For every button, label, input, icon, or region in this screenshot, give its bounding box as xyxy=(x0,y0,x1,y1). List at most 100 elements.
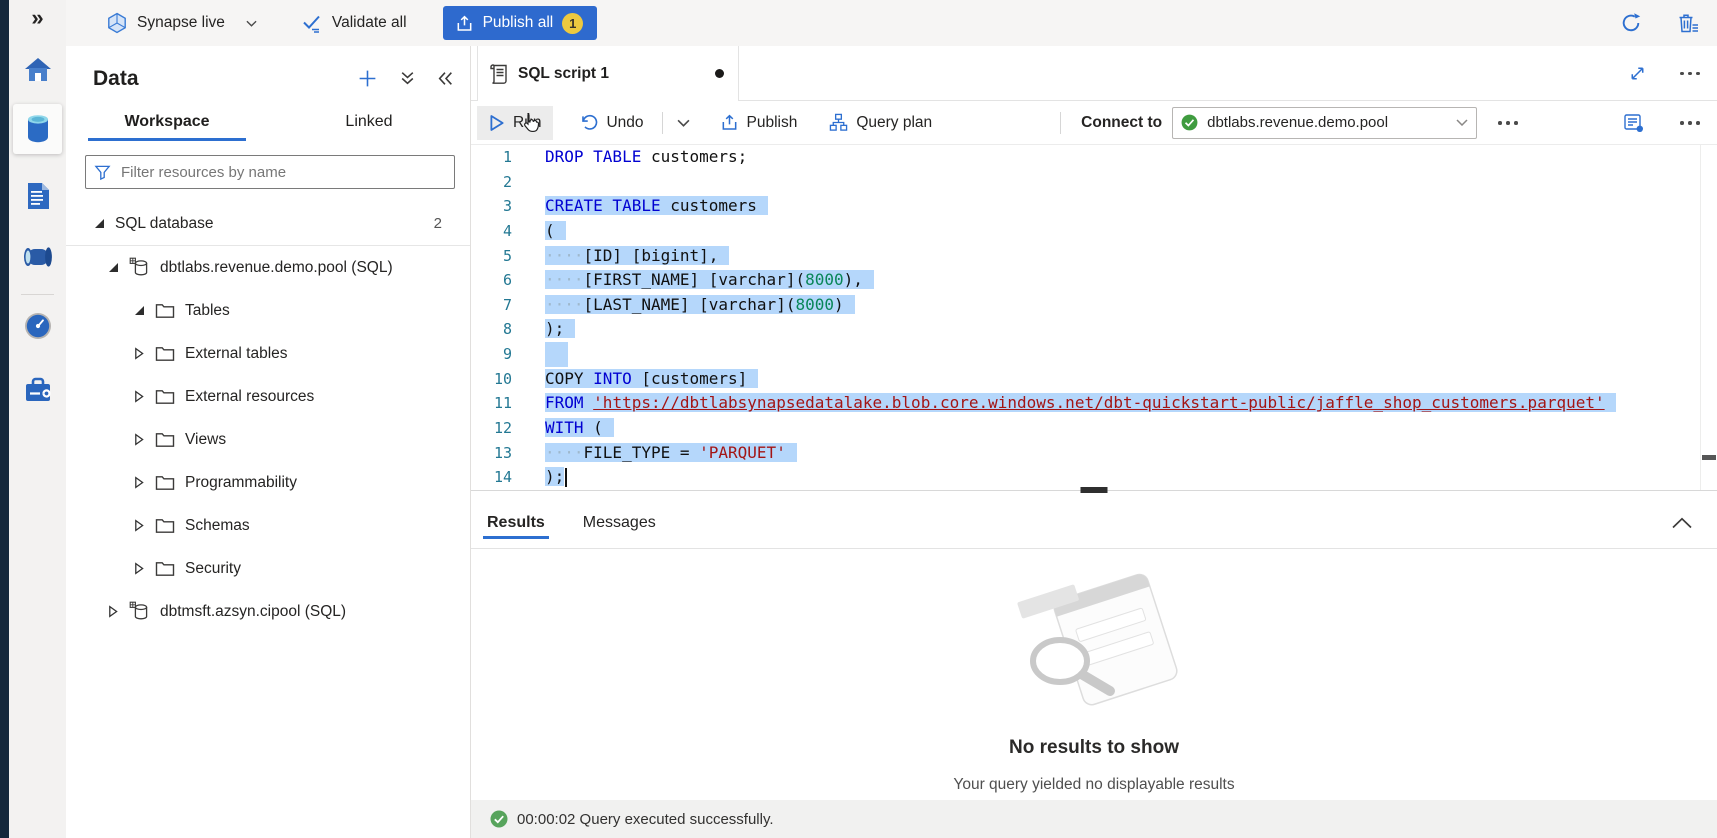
tree-item-label: Schemas xyxy=(185,517,250,535)
toolbar-more-button[interactable] xyxy=(1495,118,1521,127)
rail-item-monitor[interactable] xyxy=(13,301,62,351)
collapsed-triangle-icon[interactable] xyxy=(107,605,119,618)
code-line-10[interactable]: 10COPY INTO [customers] xyxy=(471,367,1717,392)
filter-input[interactable] xyxy=(119,163,446,182)
data-panel-tabs: Workspace Linked xyxy=(66,105,470,141)
play-icon xyxy=(489,114,505,132)
publish-button[interactable]: Publish xyxy=(708,106,810,140)
expanded-triangle-icon[interactable] xyxy=(107,263,119,272)
line-number: 1 xyxy=(471,145,545,170)
collapsed-triangle-icon[interactable] xyxy=(133,519,145,532)
publish-all-button[interactable]: Publish all 1 xyxy=(443,6,598,40)
left-edge-strip xyxy=(0,0,9,838)
line-number: 7 xyxy=(471,293,545,318)
expand-sidebar-button[interactable]: » xyxy=(9,4,66,32)
undo-button[interactable]: Undo xyxy=(567,106,655,140)
collapsed-triangle-icon[interactable] xyxy=(133,562,145,575)
splitter-handle[interactable] xyxy=(1081,487,1108,493)
scrollbar-thumb[interactable] xyxy=(1702,455,1716,460)
tree-item-label: dbtlabs.revenue.demo.pool (SQL) xyxy=(160,259,393,277)
run-options-chevron[interactable] xyxy=(669,119,698,127)
refresh-button[interactable] xyxy=(1618,10,1644,36)
code-line-3[interactable]: 3CREATE TABLE customers xyxy=(471,194,1717,219)
tree-item-external-resources[interactable]: External resources xyxy=(66,375,470,418)
collapsed-triangle-icon[interactable] xyxy=(133,433,145,446)
tree-item-schemas[interactable]: Schemas xyxy=(66,504,470,547)
code-line-4[interactable]: 4( xyxy=(471,219,1717,244)
code-line-1[interactable]: 1DROP TABLE customers; xyxy=(471,145,1717,170)
rail-item-develop[interactable] xyxy=(13,171,62,221)
tree-item-sql-database[interactable]: SQL database2 xyxy=(66,202,470,246)
tree-item-tables[interactable]: Tables xyxy=(66,289,470,332)
tree-item-label: Security xyxy=(185,560,241,578)
tree-item-dbtmsft-azsyn-cipool-sql-[interactable]: dbtmsft.azsyn.cipool (SQL) xyxy=(66,590,470,633)
list-settings-icon xyxy=(1623,112,1645,134)
expanded-triangle-icon[interactable] xyxy=(133,306,145,315)
tree-item-views[interactable]: Views xyxy=(66,418,470,461)
rail-item-data[interactable] xyxy=(13,104,62,154)
collapsed-triangle-icon[interactable] xyxy=(133,476,145,489)
toolbar-divider xyxy=(1060,112,1061,134)
document-icon xyxy=(25,182,51,210)
rail-item-manage[interactable] xyxy=(13,365,62,415)
line-number: 14 xyxy=(471,465,545,490)
tree-item-programmability[interactable]: Programmability xyxy=(66,461,470,504)
publish-all-label: Publish all xyxy=(483,14,554,32)
line-number: 11 xyxy=(471,391,545,416)
collapse-panel-button[interactable] xyxy=(435,68,456,89)
code-line-7[interactable]: 7····[LAST_NAME] [varchar](8000) xyxy=(471,293,1717,318)
tab-more-button[interactable] xyxy=(1677,69,1703,78)
collapse-all-button[interactable] xyxy=(397,68,418,89)
tab-workspace[interactable]: Workspace xyxy=(66,105,268,141)
editor-more-button[interactable] xyxy=(1677,118,1703,127)
tab-messages[interactable]: Messages xyxy=(579,497,660,548)
collapse-results-button[interactable] xyxy=(1669,515,1695,531)
tree-item-dbtlabs-revenue-demo-pool-sql-[interactable]: dbtlabs.revenue.demo.pool (SQL) xyxy=(66,246,470,289)
publish-up-icon xyxy=(720,113,739,132)
add-resource-button[interactable] xyxy=(355,66,380,91)
ellipsis-icon xyxy=(1679,71,1701,76)
sql-code-editor[interactable]: 1DROP TABLE customers;23CREATE TABLE cus… xyxy=(471,145,1717,490)
sql-script-icon xyxy=(490,63,508,85)
code-line-5[interactable]: 5····[ID] [bigint], xyxy=(471,244,1717,269)
run-button[interactable]: Run xyxy=(477,106,553,140)
pool-select-dropdown[interactable]: dbtlabs.revenue.demo.pool xyxy=(1172,107,1477,139)
tab-linked[interactable]: Linked xyxy=(268,105,470,141)
results-splitter[interactable] xyxy=(471,490,1717,497)
rail-item-integrate[interactable] xyxy=(13,232,62,282)
undo-label: Undo xyxy=(606,114,643,132)
expand-editor-button[interactable] xyxy=(1626,62,1649,85)
validate-all-button[interactable]: Validate all xyxy=(301,13,407,33)
query-plan-icon xyxy=(829,113,848,132)
editor-scrollbar[interactable] xyxy=(1700,145,1717,490)
expanded-triangle-icon[interactable] xyxy=(93,219,105,228)
query-plan-button[interactable]: Query plan xyxy=(817,106,944,140)
collapsed-triangle-icon[interactable] xyxy=(133,390,145,403)
results-header: Results Messages xyxy=(471,497,1717,549)
ellipsis-icon xyxy=(1679,120,1701,125)
code-line-9[interactable]: 9 xyxy=(471,342,1717,367)
results-body: No results to show Your query yielded no… xyxy=(471,549,1717,800)
gauge-icon xyxy=(24,312,52,340)
expand-diagonal-icon xyxy=(1628,64,1647,83)
validate-check-icon xyxy=(301,13,323,33)
view-settings-button[interactable] xyxy=(1621,110,1647,136)
collapsed-triangle-icon[interactable] xyxy=(133,347,145,360)
code-line-11[interactable]: 11FROM 'https://dbtlabsynapsedatalake.bl… xyxy=(471,391,1717,416)
tab-results[interactable]: Results xyxy=(483,497,549,548)
code-line-6[interactable]: 6····[FIRST_NAME] [varchar](8000), xyxy=(471,268,1717,293)
success-check-icon xyxy=(490,810,508,828)
mode-switcher[interactable]: Synapse live xyxy=(106,12,257,34)
rail-item-home[interactable] xyxy=(13,45,62,95)
code-line-8[interactable]: 8); xyxy=(471,317,1717,342)
code-line-13[interactable]: 13····FILE_TYPE = 'PARQUET' xyxy=(471,441,1717,466)
code-line-12[interactable]: 12WITH ( xyxy=(471,416,1717,441)
chevron-down-icon xyxy=(677,119,690,127)
folder-icon xyxy=(155,389,175,405)
tree-item-external-tables[interactable]: External tables xyxy=(66,332,470,375)
folder-icon xyxy=(155,303,175,319)
code-line-2[interactable]: 2 xyxy=(471,170,1717,195)
tree-item-security[interactable]: Security xyxy=(66,547,470,590)
discard-all-button[interactable] xyxy=(1674,10,1701,36)
tab-sql-script-1[interactable]: SQL script 1 xyxy=(477,46,739,101)
